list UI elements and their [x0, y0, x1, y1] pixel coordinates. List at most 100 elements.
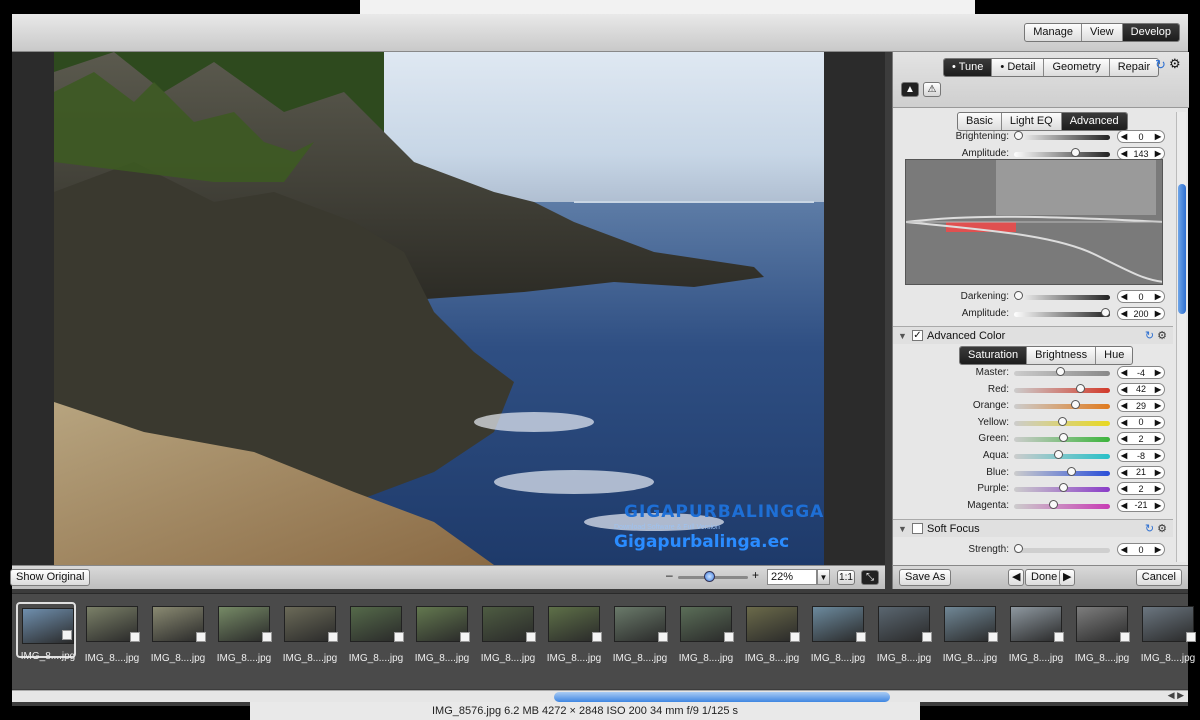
zoom-dropdown-icon[interactable]: ▼ — [817, 569, 830, 585]
darkening-stepper[interactable]: ◀ 0 ▶ — [1117, 290, 1165, 303]
panel-scrollbar-thumb[interactable] — [1178, 184, 1186, 314]
color-slider-stepper[interactable]: ◀ 29 ▶ — [1117, 399, 1165, 413]
zoom-in-icon[interactable]: + — [752, 568, 759, 582]
soft-focus-checkbox[interactable] — [912, 523, 923, 534]
amplitude-bottom-stepper[interactable]: ◀ 200 ▶ — [1117, 307, 1165, 320]
filmstrip-thumbnail[interactable]: IMG_8....jpg — [544, 602, 604, 664]
brightening-slider[interactable] — [1014, 135, 1110, 140]
fit-screen-icon[interactable]: ⤡ — [861, 570, 879, 585]
color-slider-knob[interactable] — [1058, 416, 1067, 426]
reset-icon[interactable]: ↻ — [1155, 57, 1166, 73]
zoom-field[interactable]: 22% — [767, 569, 817, 585]
filmstrip-thumbnail[interactable]: IMG_8....jpg — [940, 602, 1000, 664]
filmstrip-thumbnail[interactable]: IMG_8....jpg — [610, 602, 670, 664]
mode-manage-button[interactable]: Manage — [1025, 24, 1082, 41]
thumbnail-checkbox[interactable] — [62, 630, 72, 640]
color-slider-knob[interactable] — [1070, 400, 1080, 410]
tab-repair[interactable]: Repair — [1110, 59, 1158, 76]
disclosure-triangle-icon[interactable]: ▼ — [898, 331, 907, 341]
color-slider-stepper[interactable]: ◀ 0 ▶ — [1117, 415, 1165, 429]
filmstrip-thumbnail[interactable]: IMG_8....jpg — [1138, 602, 1198, 664]
color-slider-stepper[interactable]: ◀ -21 ▶ — [1117, 498, 1165, 512]
gear-icon[interactable]: ⚙ — [1169, 56, 1181, 72]
tab-hue[interactable]: Hue — [1096, 347, 1132, 364]
filmstrip-thumbnail[interactable]: IMG_8....jpg — [82, 602, 142, 664]
histogram-icon[interactable]: ▲ — [901, 82, 919, 97]
soft-focus-header[interactable]: ▼ Soft Focus ↻ ⚙ — [893, 519, 1173, 537]
thumbnail-checkbox[interactable] — [262, 632, 272, 642]
thumbnail-checkbox[interactable] — [1120, 632, 1130, 642]
thumbnail-checkbox[interactable] — [592, 632, 602, 642]
show-original-button[interactable]: Show Original — [10, 569, 91, 586]
thumbnail-checkbox[interactable] — [658, 632, 668, 642]
thumbnail-checkbox[interactable] — [394, 632, 404, 642]
thumbnail-checkbox[interactable] — [328, 632, 338, 642]
thumbnail-checkbox[interactable] — [988, 632, 998, 642]
color-slider-track[interactable] — [1014, 404, 1110, 410]
disclosure-triangle-icon[interactable]: ▼ — [898, 524, 907, 534]
thumbnail-checkbox[interactable] — [460, 632, 470, 642]
tab-advanced[interactable]: Advanced — [1061, 113, 1127, 130]
brightening-knob[interactable] — [1014, 131, 1023, 140]
filmstrip-thumbnail[interactable]: IMG_8....jpg — [478, 602, 538, 664]
tab-saturation[interactable]: Saturation — [960, 347, 1028, 364]
amplitude-bottom-slider[interactable] — [1014, 312, 1110, 317]
light-eq-curve-graph[interactable] — [905, 159, 1163, 285]
strength-slider[interactable] — [1014, 548, 1110, 553]
strength-stepper[interactable]: ◀ 0 ▶ — [1117, 543, 1165, 556]
thumbnail-checkbox[interactable] — [856, 632, 866, 642]
save-as-button[interactable]: Save As — [899, 569, 952, 586]
color-slider-stepper[interactable]: ◀ 2 ▶ — [1117, 432, 1165, 446]
color-slider-knob[interactable] — [1067, 466, 1077, 476]
color-slider-track[interactable] — [1014, 387, 1110, 393]
thumbnail-checkbox[interactable] — [1186, 632, 1196, 642]
filmstrip-thumbnail[interactable]: IMG_8....jpg — [214, 602, 274, 664]
filmstrip-thumbnail[interactable]: IMG_8....jpg — [148, 602, 208, 664]
mode-develop-button[interactable]: Develop — [1122, 24, 1179, 41]
darkening-knob[interactable] — [1014, 291, 1023, 300]
color-slider-stepper[interactable]: ◀ 2 ▶ — [1117, 482, 1165, 496]
tab-tune[interactable]: • Tune — [944, 59, 993, 76]
tab-detail[interactable]: • Detail — [992, 59, 1045, 76]
thumbnail-checkbox[interactable] — [526, 632, 536, 642]
scroll-arrows-icon[interactable]: ◀ ▶ — [1168, 690, 1184, 701]
filmstrip-thumbnail[interactable]: IMG_8....jpg — [808, 602, 868, 664]
done-button[interactable]: Done — [1025, 569, 1064, 586]
tab-basic[interactable]: Basic — [958, 113, 1002, 130]
color-slider-stepper[interactable]: ◀ 42 ▶ — [1117, 382, 1165, 396]
tab-brightness[interactable]: Brightness — [1027, 347, 1097, 364]
filmstrip-scrollbar-thumb[interactable] — [554, 692, 890, 702]
filmstrip-thumbnail[interactable]: IMG_8....jpg — [16, 602, 76, 662]
thumbnail-checkbox[interactable] — [1054, 632, 1064, 642]
cancel-button[interactable]: Cancel — [1135, 569, 1182, 586]
previous-image-button[interactable]: ◀ — [1008, 569, 1025, 586]
filmstrip-thumbnail[interactable]: IMG_8....jpg — [874, 602, 934, 664]
panel-scrollbar[interactable] — [1176, 112, 1186, 562]
brightening-stepper[interactable]: ◀ 0 ▶ — [1117, 130, 1165, 143]
thumbnail-checkbox[interactable] — [724, 632, 734, 642]
thumbnail-checkbox[interactable] — [790, 632, 800, 642]
one-to-one-button[interactable]: 1:1 — [837, 570, 855, 585]
image-viewer[interactable]: GIGAPURBALINGGA Download Software & Full… — [12, 52, 885, 565]
filmstrip-thumbnail[interactable]: IMG_8....jpg — [676, 602, 736, 664]
color-slider-track[interactable] — [1014, 503, 1110, 509]
amplitude-bottom-knob[interactable] — [1101, 308, 1110, 317]
tab-geometry[interactable]: Geometry — [1044, 59, 1110, 76]
amplitude-top-slider[interactable] — [1014, 152, 1110, 157]
strength-knob[interactable] — [1014, 544, 1023, 553]
warning-icon[interactable]: ⚠ — [923, 82, 941, 97]
tab-light-eq[interactable]: Light EQ — [1002, 113, 1062, 130]
color-slider-knob[interactable] — [1048, 499, 1058, 509]
color-slider-stepper[interactable]: ◀ 21 ▶ — [1117, 465, 1165, 479]
filmstrip-thumbnail[interactable]: IMG_8....jpg — [412, 602, 472, 664]
zoom-slider-knob[interactable] — [704, 571, 715, 582]
thumbnail-checkbox[interactable] — [922, 632, 932, 642]
advanced-color-header[interactable]: ▼ ✓ Advanced Color ↻ ⚙ — [893, 326, 1173, 344]
section-settings-icon[interactable]: ↻ ⚙ — [1145, 522, 1167, 535]
thumbnail-checkbox[interactable] — [130, 632, 140, 642]
mode-view-button[interactable]: View — [1082, 24, 1123, 41]
filmstrip-thumbnail[interactable]: IMG_8....jpg — [742, 602, 802, 664]
section-settings-icon[interactable]: ↻ ⚙ — [1145, 329, 1167, 342]
color-slider-stepper[interactable]: ◀ -8 ▶ — [1117, 449, 1165, 462]
filmstrip-thumbnail[interactable]: IMG_8....jpg — [346, 602, 406, 664]
